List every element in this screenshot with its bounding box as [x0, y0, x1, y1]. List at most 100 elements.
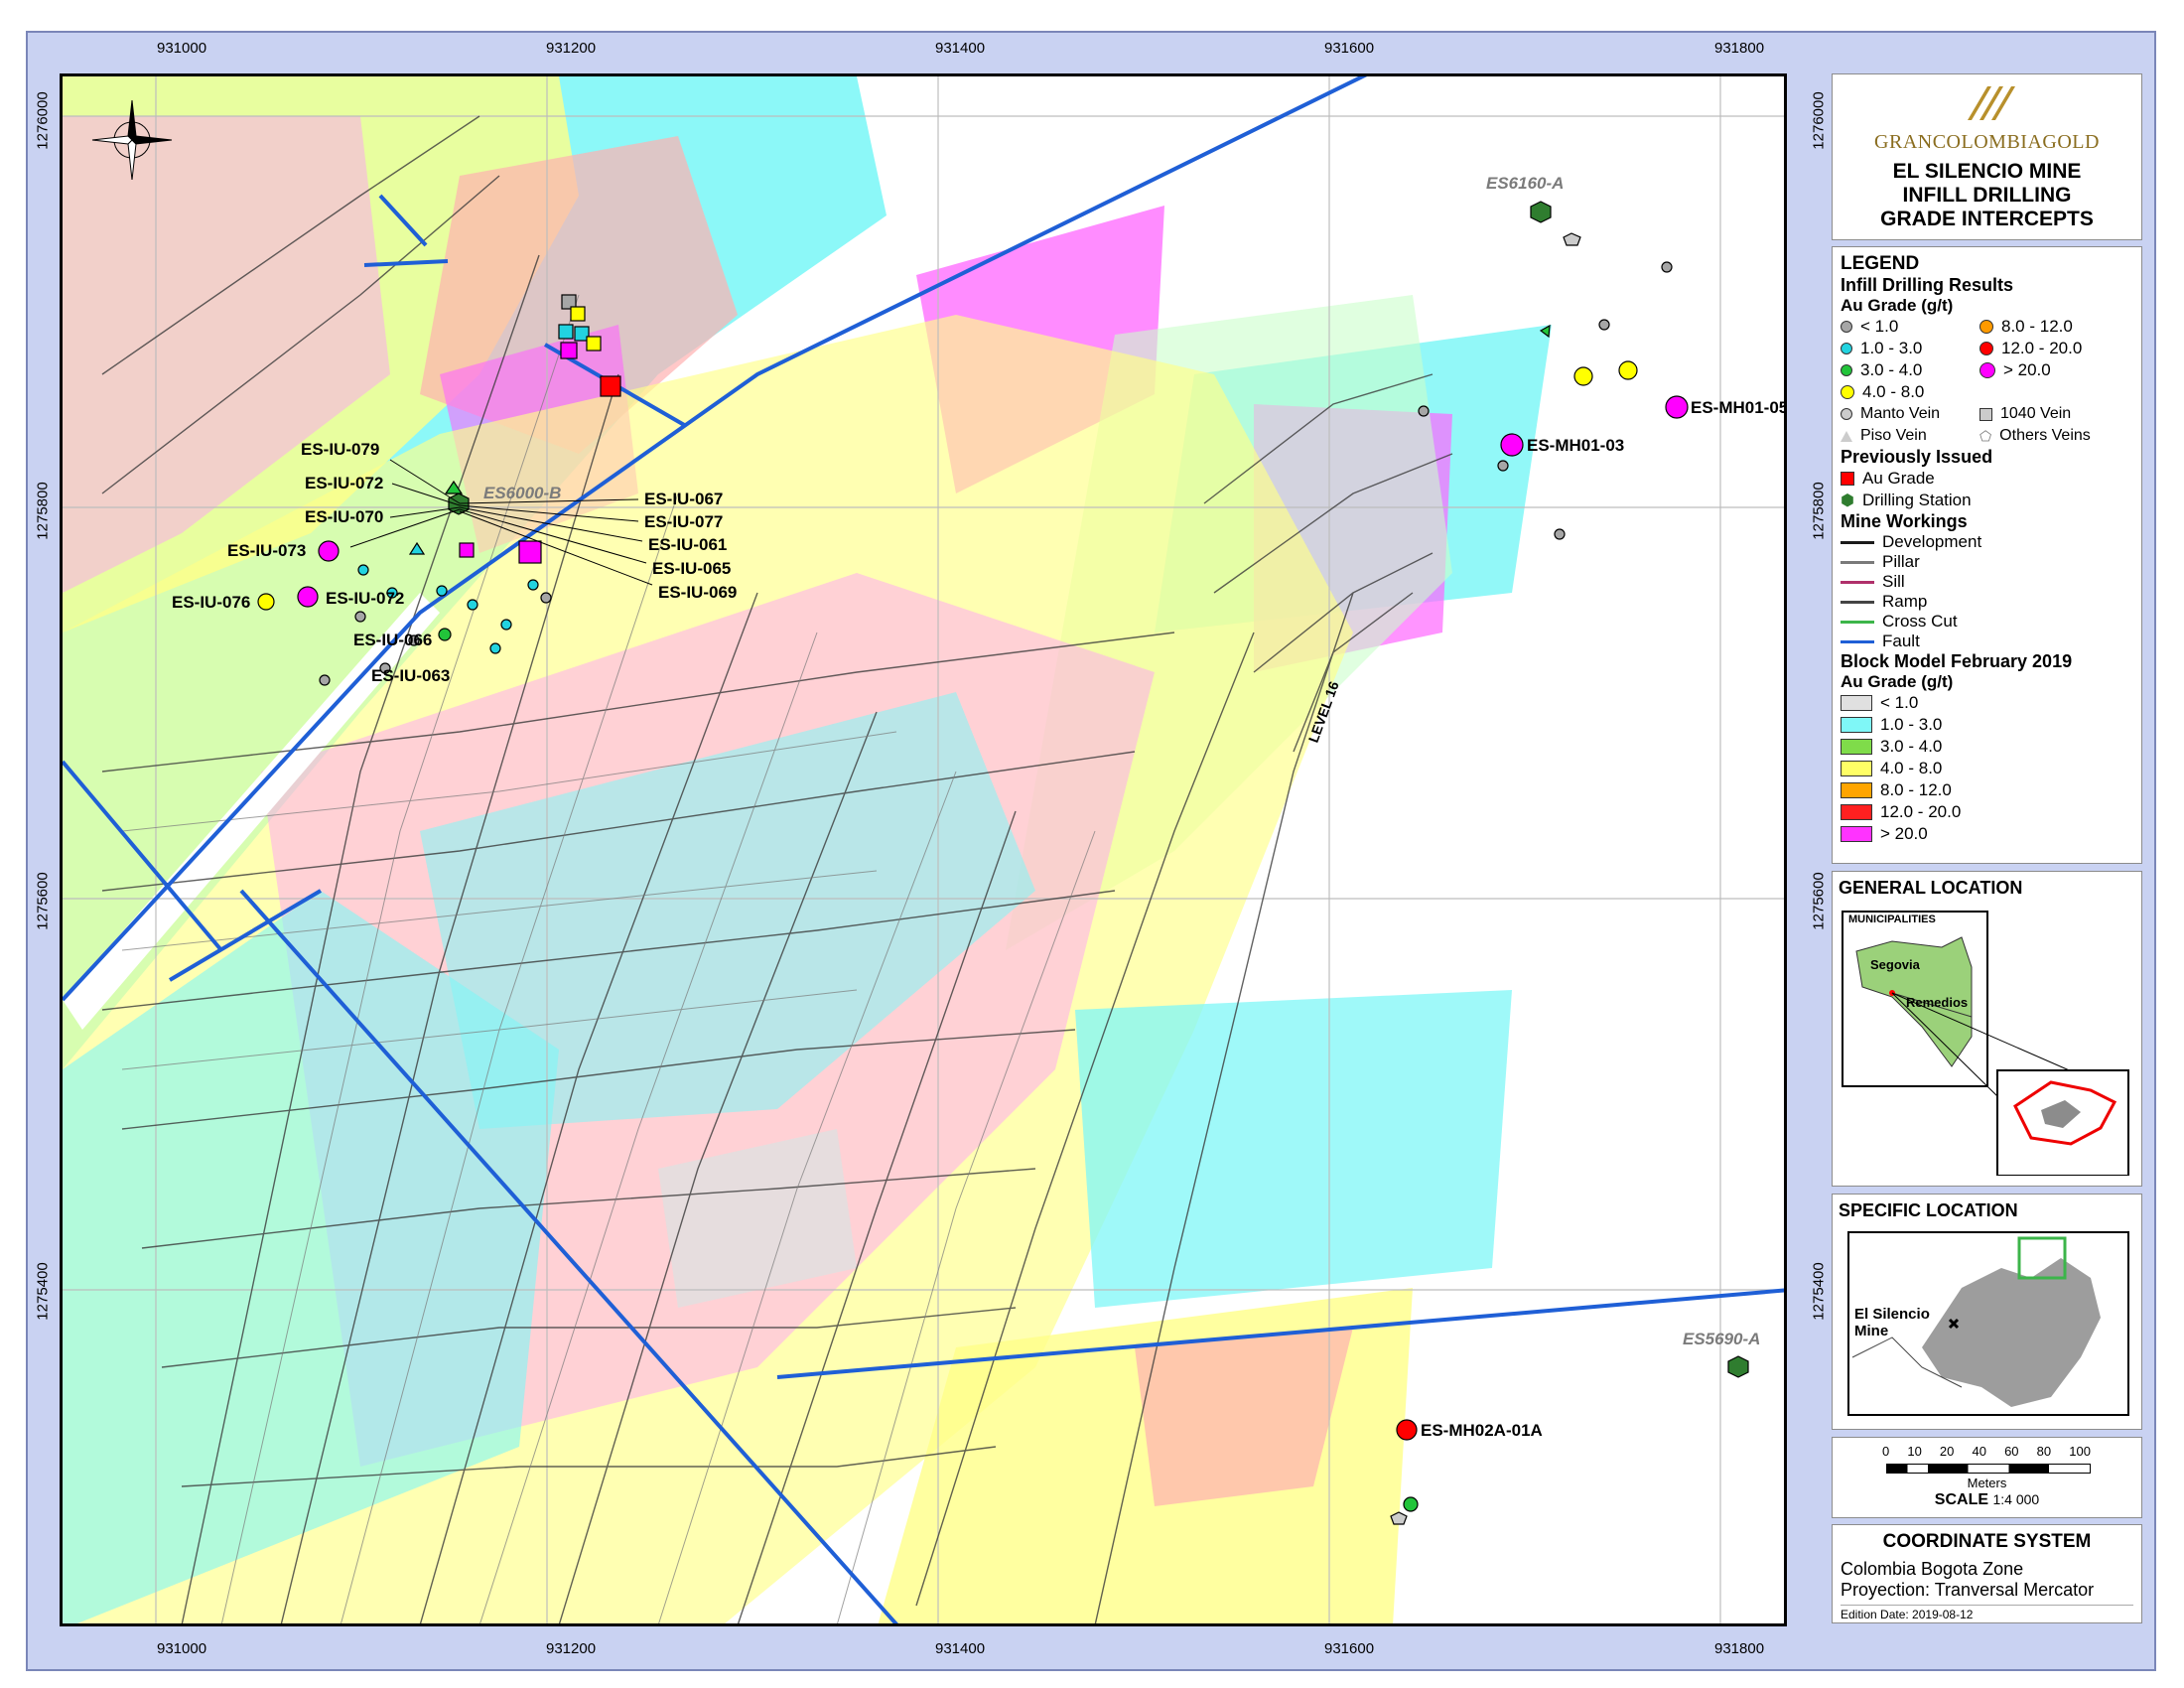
legend-vein: Manto Vein [1841, 403, 1979, 425]
legend-label: > 20.0 [2003, 360, 2051, 379]
x-tick: 931600 [1324, 1640, 1375, 1657]
swatch-icon [1841, 739, 1872, 755]
au-grade-heading: Au Grade (g/t) [1841, 296, 1954, 315]
drillhole-marker [1661, 261, 1673, 273]
legend-grade: < 1.0 [1841, 316, 1979, 338]
vein-row: Manto Vein Piso Vein 1040 Vein ⬠ Others V… [1841, 403, 2133, 447]
hexagon-icon: ⬢ [1841, 492, 1854, 509]
legend-label: 8.0 - 12.0 [2001, 317, 2073, 336]
grade-col: 8.0 - 12.0 12.0 - 20.0 > 20.0 [1979, 316, 2082, 403]
y-tick: 1275800 [34, 482, 52, 540]
logo-icon [1967, 86, 2015, 120]
drillhole-marker [1500, 433, 1524, 457]
circle-icon [1841, 364, 1852, 376]
drillhole-marker [357, 564, 369, 576]
scale-tick: 20 [1939, 1444, 1955, 1459]
x-tick: 931800 [1714, 1640, 1765, 1657]
scale-tick: 0 [1882, 1444, 1890, 1459]
x-tick: 931000 [157, 1640, 207, 1657]
drillhole-marker [1497, 460, 1509, 472]
edition-date: Edition Date: 2019-08-12 [1841, 1605, 2133, 1621]
workings-heading: Mine Workings [1841, 511, 1968, 531]
legend-label: Cross Cut [1882, 612, 1958, 631]
drillhole-marker [560, 342, 578, 359]
legend-prev: ⬢ Drilling Station [1841, 490, 2133, 511]
station-label: ES6160-A [1486, 174, 1565, 193]
drillhole-marker [540, 592, 552, 604]
drillhole-label: ES-IU-072 [305, 474, 384, 492]
legend-working: Cross Cut [1841, 612, 2133, 632]
scale-tick: 80 [2036, 1444, 2052, 1459]
circle-icon [1841, 408, 1852, 420]
legend-block: > 20.0 [1841, 823, 2133, 845]
drillhole-marker [354, 611, 366, 623]
legend-label: > 20.0 [1880, 824, 1928, 843]
legend-prev: Au Grade [1841, 468, 2133, 490]
drillhole-marker [257, 593, 275, 611]
legend-label: 3.0 - 4.0 [1880, 737, 1943, 756]
drillhole-marker [319, 674, 331, 686]
legend-label: 4.0 - 8.0 [1862, 382, 1925, 401]
x-tick: 931000 [157, 40, 207, 57]
y-tick: 1275800 [1810, 482, 1828, 540]
drillhole-label: ES-IU-061 [648, 535, 728, 554]
legend-label: 8.0 - 12.0 [1880, 780, 1952, 799]
scale-ticks: 0 10 20 40 60 80 100 [1882, 1444, 2091, 1459]
drillhole-marker [600, 375, 621, 397]
specific-location-heading: SPECIFIC LOCATION [1839, 1200, 2018, 1220]
scale-tick: 60 [2004, 1444, 2019, 1459]
legend-grade: > 20.0 [1979, 359, 2082, 381]
scale-panel: 0 10 20 40 60 80 100 Meters SCALE 1:4 00… [1832, 1437, 2142, 1518]
y-tick: 1275600 [34, 872, 52, 930]
drillhole-marker [527, 579, 539, 591]
legend-block: 3.0 - 4.0 [1841, 736, 2133, 758]
scale-ratio: 1:4 000 [1992, 1491, 2040, 1507]
drillhole-label: ES-IU-073 [227, 541, 307, 560]
line-icon [1841, 560, 1874, 564]
legend-grade: 8.0 - 12.0 [1979, 316, 2082, 338]
block-sub: Au Grade (g/t) [1841, 672, 1954, 691]
drillhole-label: ES-IU-069 [658, 583, 738, 602]
swatch-icon [1841, 804, 1872, 820]
square-icon [1979, 407, 1992, 421]
drillhole-marker [1554, 528, 1566, 540]
legend-working: Fault [1841, 632, 2133, 651]
legend-grade: 1.0 - 3.0 [1841, 338, 1979, 359]
line-icon [1841, 600, 1874, 604]
legend-label: 12.0 - 20.0 [2001, 339, 2083, 357]
drillhole-label: ES-IU-063 [371, 666, 451, 685]
drillhole-marker [1539, 324, 1551, 339]
pentagon-icon: ⬠ [1979, 427, 1992, 444]
y-tick: 1276000 [1810, 91, 1828, 150]
drillhole-marker [500, 619, 512, 631]
station-label: ES5690-A [1683, 1330, 1761, 1348]
logo-text: GRANCOLOMBIAGOLD [1874, 131, 2100, 153]
legend-label: < 1.0 [1860, 317, 1899, 336]
line-icon [1841, 540, 1874, 544]
circle-icon [1841, 321, 1852, 333]
y-tick: 1276000 [34, 91, 52, 150]
drillhole-label: ES-IU-065 [652, 559, 732, 578]
drillhole-marker [1573, 366, 1593, 386]
remedios-label: Remedios [1906, 995, 1969, 1010]
scale-label: SCALE [1934, 1491, 1989, 1508]
drillhole-marker [1418, 405, 1430, 417]
swatch-icon [1841, 761, 1872, 776]
drillhole-label: ES-IU-066 [353, 631, 433, 649]
legend-label: Manto Vein [1860, 405, 1941, 422]
vein-col: 1040 Vein ⬠ Others Veins [1979, 403, 2091, 447]
title-panel: GRANCOLOMBIAGOLD EL SILENCIO MINE INFILL… [1832, 73, 2142, 240]
title-line: GRADE INTERCEPTS [1880, 208, 2094, 230]
legend-heading: LEGEND [1841, 253, 1920, 274]
legend-label: 3.0 - 4.0 [1860, 360, 1923, 379]
x-tick: 931200 [546, 40, 597, 57]
scale-tick: 10 [1907, 1444, 1922, 1459]
vein-col: Manto Vein Piso Vein [1841, 403, 1979, 447]
legend-label: Fault [1882, 632, 1920, 650]
legend-grade: 4.0 - 8.0 [1841, 381, 1979, 403]
scale-tick: 40 [1972, 1444, 1986, 1459]
map-canvas[interactable]: ES6160-A ES6000-B ES5690-A ES-IU-079 ES-… [60, 73, 1787, 1626]
legend-block: 4.0 - 8.0 [1841, 758, 2133, 779]
y-tick: 1275400 [1810, 1262, 1828, 1321]
drillhole-label: ES-MH02A-01A [1421, 1421, 1543, 1440]
